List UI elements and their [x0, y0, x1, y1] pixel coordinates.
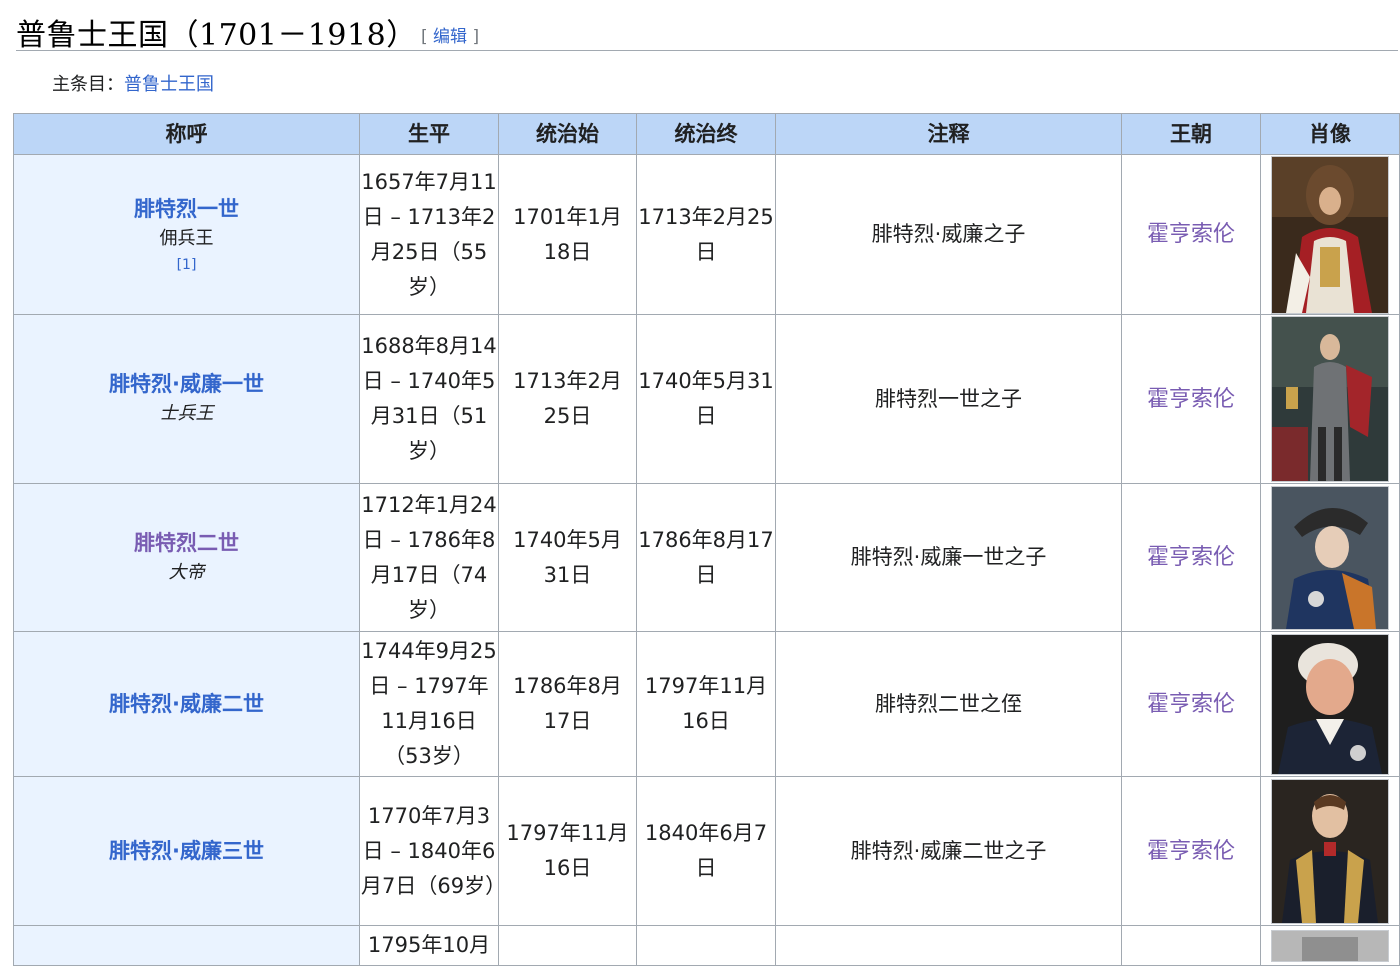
dynasty-link[interactable]: 霍亨索伦	[1147, 387, 1235, 412]
monarch-name-link[interactable]: 腓特烈·威廉一世	[15, 369, 358, 399]
section-heading: 普鲁士王国（1701－1918） [ 编辑 ]	[16, 6, 1398, 53]
reign-start-cell: 1740年5月31日	[498, 483, 637, 632]
table-row: 腓特烈一世 佣兵王 [1] 1657年7月11日 – 1713年2月25日（55…	[13, 154, 1400, 315]
header-life: 生平	[359, 113, 499, 155]
dynasty-cell: 霍亨索伦	[1121, 314, 1261, 484]
name-cell: 腓特烈一世 佣兵王 [1]	[13, 154, 360, 315]
table-row: 腓特烈·威廉三世 1770年7月3日 – 1840年6月7日（69岁） 1797…	[13, 776, 1400, 926]
monarch-epithet: 士兵王	[159, 403, 214, 424]
dynasty-link[interactable]: 霍亨索伦	[1147, 222, 1235, 247]
portrait-frederick-william-i-icon[interactable]	[1271, 316, 1389, 482]
dynasty-cell: 霍亨索伦	[1121, 631, 1261, 777]
edit-section: [ 编辑 ]	[421, 22, 479, 47]
main-article-link[interactable]: 普鲁士王国	[124, 74, 214, 95]
portrait-cell	[1260, 314, 1400, 484]
hatnote-label: 主条目：	[52, 74, 124, 95]
life-cell: 1688年8月14日 – 1740年5月31日（51岁）	[359, 314, 499, 484]
monarchs-table: 称呼 生平 统治始 统治终 注释 王朝 肖像 腓特烈一世 佣兵王 [1] 165…	[13, 113, 1400, 966]
header-reign-start: 统治始	[498, 113, 637, 155]
reign-start-cell: 1701年1月18日	[498, 154, 637, 315]
edit-section-link[interactable]: 编辑	[433, 27, 467, 47]
reign-start-cell: 1713年2月25日	[498, 314, 637, 484]
table-row: 腓特烈·威廉二世 1744年9月25日 – 1797年11月16日（53岁） 1…	[13, 631, 1400, 777]
note-cell: 腓特烈·威廉之子	[775, 154, 1122, 315]
edit-bracket-open: [	[421, 27, 428, 47]
name-cell: 腓特烈二世 大帝	[13, 483, 360, 632]
monarch-epithet: 佣兵王	[159, 227, 214, 249]
dynasty-cell: 霍亨索伦	[1121, 483, 1261, 632]
portrait-cell	[1260, 483, 1400, 632]
table-header-row: 称呼 生平 统治始 统治终 注释 王朝 肖像	[13, 113, 1400, 155]
dynasty-cell: 霍亨索伦	[1121, 776, 1261, 926]
portrait-frederick-william-iii-icon[interactable]	[1271, 778, 1389, 924]
note-cell: 腓特烈一世之子	[775, 314, 1122, 484]
table-row: 腓特烈二世 大帝 1712年1月24日 – 1786年8月17日（74岁） 17…	[13, 483, 1400, 632]
reference-link[interactable]: [1]	[15, 254, 358, 276]
table-row: 腓特烈·威廉一世 士兵王 1688年8月14日 – 1740年5月31日（51岁…	[13, 314, 1400, 484]
portrait-cell	[1260, 154, 1400, 315]
reign-end-cell: 1740年5月31日	[636, 314, 776, 484]
edit-bracket-close: ]	[472, 27, 480, 47]
monarch-name-link[interactable]: 腓特烈二世	[15, 528, 358, 558]
reign-end-cell: 1797年11月16日	[636, 631, 776, 777]
header-dynasty: 王朝	[1121, 113, 1261, 155]
life-cell: 1744年9月25日 – 1797年11月16日（53岁）	[359, 631, 499, 777]
reign-end-cell: 1713年2月25日	[636, 154, 776, 315]
portrait-frederick-i-icon[interactable]	[1271, 155, 1389, 314]
section-title: 普鲁士王国（1701－1918）	[16, 18, 417, 53]
monarch-name-link[interactable]: 腓特烈·威廉二世	[15, 689, 358, 719]
dynasty-cell: 霍亨索伦	[1121, 154, 1261, 315]
reign-end-cell: 1840年6月7日	[636, 776, 776, 926]
life-cell: 1712年1月24日 – 1786年8月17日（74岁）	[359, 483, 499, 632]
monarch-name-link[interactable]: 腓特烈·威廉三世	[15, 836, 358, 866]
life-cell: 1657年7月11日 – 1713年2月25日（55岁）	[359, 154, 499, 315]
portrait-frederick-william-ii-icon[interactable]	[1271, 633, 1389, 775]
header-title: 称呼	[13, 113, 360, 155]
portrait-cell	[1260, 631, 1400, 777]
portrait-cell	[1260, 776, 1400, 926]
note-cell: 腓特烈·威廉二世之子	[775, 776, 1122, 926]
dynasty-link[interactable]: 霍亨索伦	[1147, 692, 1235, 717]
dynasty-link[interactable]: 霍亨索伦	[1147, 839, 1235, 864]
header-note: 注释	[775, 113, 1122, 155]
reign-start-cell: 1797年11月16日	[498, 776, 637, 926]
main-article-hatnote: 主条目：普鲁士王国	[52, 70, 214, 96]
name-cell: 腓特烈·威廉三世	[13, 776, 360, 926]
dynasty-link[interactable]: 霍亨索伦	[1147, 545, 1235, 570]
note-cell: 腓特烈·威廉一世之子	[775, 483, 1122, 632]
note-cell: 腓特烈二世之侄	[775, 631, 1122, 777]
portrait-frederick-ii-icon[interactable]	[1271, 485, 1389, 630]
reign-start-cell: 1786年8月17日	[498, 631, 637, 777]
monarch-name-link[interactable]: 腓特烈一世	[15, 194, 358, 224]
monarch-epithet: 大帝	[168, 561, 205, 583]
header-portrait: 肖像	[1260, 113, 1400, 155]
life-cell: 1770年7月3日 – 1840年6月7日（69岁）	[359, 776, 506, 926]
header-reign-end: 统治终	[636, 113, 776, 155]
name-cell: 腓特烈·威廉一世 士兵王	[13, 314, 360, 484]
name-cell: 腓特烈·威廉二世	[13, 631, 360, 777]
reign-end-cell: 1786年8月17日	[636, 483, 776, 632]
